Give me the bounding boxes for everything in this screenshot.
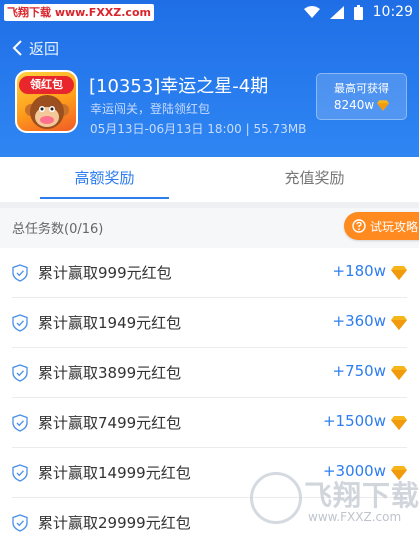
- max-reward-label: 最高可获得: [334, 82, 389, 95]
- status-watermark: 飞翔下载 www.FXXZ.com: [4, 4, 154, 21]
- diamond-icon: [391, 316, 407, 330]
- app-subtitle: 幸运闯关，登陆领红包: [90, 102, 211, 116]
- task-row[interactable]: 累计赢取7499元红包 +1500w: [0, 398, 419, 448]
- site-watermark: 飞翔下载 www.FXXZ.com: [250, 470, 419, 530]
- diamond-icon: [377, 99, 390, 111]
- task-label: 累计赢取14999元红包: [38, 464, 191, 482]
- app-title: [10353]幸运之星-4期: [89, 76, 269, 97]
- diamond-icon: [391, 266, 407, 280]
- monkey-face-icon: [25, 95, 69, 129]
- diamond-icon: [391, 366, 407, 380]
- task-row[interactable]: 累计赢取999元红包 +180w: [0, 248, 419, 298]
- diamond-icon: [391, 416, 407, 430]
- max-reward-box: 最高可获得 8240w: [316, 73, 407, 120]
- status-icons: 10:29: [303, 2, 413, 22]
- max-reward-value: 8240w: [333, 98, 375, 112]
- task-reward: +750w: [332, 362, 386, 380]
- watermark-url: www.FXXZ.com: [308, 510, 402, 524]
- status-bar: 飞翔下载 www.FXXZ.com 10:29: [0, 0, 419, 24]
- active-tab-indicator: [40, 197, 169, 199]
- watermark-logo: [250, 472, 302, 524]
- max-reward-value-row: 8240w: [317, 98, 406, 112]
- task-label: 累计赢取999元红包: [38, 264, 172, 282]
- signal-icon: [329, 5, 344, 19]
- task-reward: +180w: [332, 262, 386, 280]
- wifi-icon: [303, 6, 320, 18]
- task-row[interactable]: 累计赢取1949元红包 +360w: [0, 298, 419, 348]
- task-reward: +360w: [332, 312, 386, 330]
- task-label: 累计赢取7499元红包: [38, 414, 182, 432]
- task-count: 总任务数(0/16): [12, 222, 104, 237]
- shield-check-icon: [12, 514, 28, 532]
- task-label: 累计赢取29999元红包: [38, 514, 191, 532]
- app-meta: 05月13日-06月13日 18:00 | 55.73MB: [90, 122, 307, 136]
- question-circle-icon: [352, 219, 366, 233]
- back-label: 返回: [29, 39, 60, 58]
- task-label: 累计赢取1949元红包: [38, 314, 182, 332]
- shield-check-icon: [12, 314, 28, 332]
- tab-high-rewards[interactable]: 高额奖励: [0, 157, 209, 202]
- task-label: 累计赢取3899元红包: [38, 364, 182, 382]
- status-watermark-url: www.FXXZ.com: [54, 6, 151, 19]
- trial-guide-button[interactable]: 试玩攻略: [344, 212, 419, 240]
- chevron-left-icon: [12, 40, 22, 56]
- shield-check-icon: [12, 364, 28, 382]
- watermark-text: 飞翔下载: [304, 479, 419, 512]
- battery-icon: [353, 4, 363, 20]
- app-icon: 领红包: [15, 70, 78, 133]
- status-time: 10:29: [372, 4, 413, 20]
- back-button[interactable]: 返回: [12, 37, 59, 59]
- tab-recharge-rewards[interactable]: 充值奖励: [210, 157, 419, 202]
- status-watermark-text: 飞翔下载: [7, 6, 51, 19]
- shield-check-icon: [12, 414, 28, 432]
- shield-check-icon: [12, 264, 28, 282]
- app-header: 飞翔下载 www.FXXZ.com 10:29 返回 领红包 [10353]幸运…: [0, 0, 419, 157]
- reward-tabs: 高额奖励 充值奖励: [0, 157, 419, 202]
- task-reward: +1500w: [322, 412, 386, 430]
- shield-check-icon: [12, 464, 28, 482]
- trial-guide-label: 试玩攻略: [370, 219, 419, 234]
- task-row[interactable]: 累计赢取3899元红包 +750w: [0, 348, 419, 398]
